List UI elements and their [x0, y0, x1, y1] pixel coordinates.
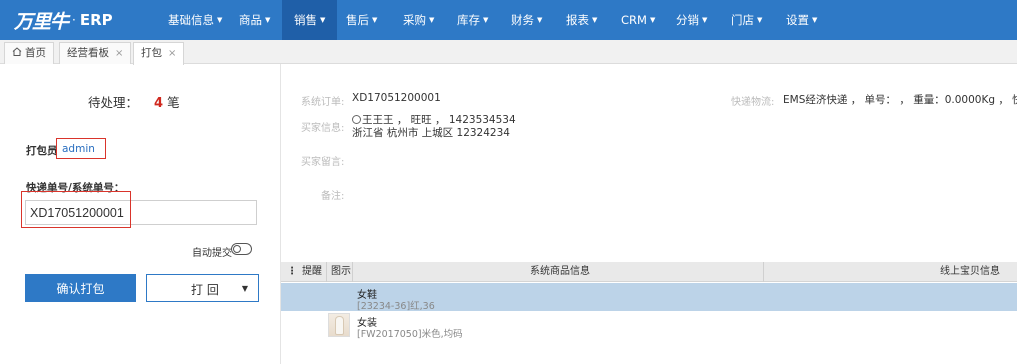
packer-field: 打包员 admin: [26, 138, 106, 159]
nav-item-crm[interactable]: CRM ▼: [621, 0, 655, 40]
pending-summary: 待处理： 4 笔: [88, 92, 180, 111]
column-header-system-product[interactable]: 系统商品信息: [530, 262, 590, 282]
buyer-info-label: 买家信息:: [301, 123, 345, 134]
chevron-down-icon: ▼: [592, 16, 598, 24]
pending-unit: 笔: [167, 95, 180, 110]
home-icon: [12, 43, 22, 63]
packer-label: 打包员: [26, 145, 58, 157]
column-header-image[interactable]: 图示: [331, 262, 351, 282]
packer-value[interactable]: admin: [62, 143, 95, 155]
tracking-number-label: 快递单号/系统单号：: [26, 182, 125, 194]
column-divider: [352, 262, 353, 282]
packing-panel: 待处理： 4笔 打包员 admin 快递单号/系统单号： 自动提交 确认打包 打 …: [0, 64, 280, 364]
chevron-down-icon: ▼: [372, 16, 378, 24]
chevron-down-icon: ▼: [757, 16, 763, 24]
nav-item-products[interactable]: 商品 ▼: [239, 0, 270, 40]
tab-business-dashboard[interactable]: 经营看板 ×: [59, 42, 132, 64]
express-label: 快递物流:: [731, 97, 775, 108]
auto-submit-label: 自动提交: [192, 248, 232, 259]
items-grid-header: ⋮ 提醒 图示 系统商品信息 线上宝贝信息: [281, 262, 1017, 282]
close-icon[interactable]: ×: [168, 48, 176, 59]
chevron-down-icon: ▼: [320, 16, 326, 24]
tab-packing[interactable]: 打包 ×: [133, 42, 185, 65]
product-spec: [23234-36]红,36: [357, 301, 435, 312]
toggle-knob: [233, 245, 241, 253]
chevron-down-icon: ▼: [265, 16, 271, 24]
nav-item-stores[interactable]: 门店 ▼: [731, 0, 762, 40]
remark-label: 备注:: [321, 191, 345, 202]
chevron-down-icon: ▼: [429, 16, 435, 24]
tracking-number-input[interactable]: [25, 200, 257, 225]
buyer-info-line2: 浙江省 杭州市 上城区 12324234: [352, 127, 510, 139]
order-detail: 系统订单: XD17051200001 买家信息: 王王王 ， 旺旺 ， 142…: [281, 64, 1017, 260]
nav-item-finance[interactable]: 财务 ▼: [511, 0, 542, 40]
close-icon[interactable]: ×: [115, 48, 123, 59]
chevron-down-icon: ▼: [217, 16, 223, 24]
express-value: EMS经济快递 ， 单号： ， 重量：0.0000Kg ， 快递成本: [783, 94, 1017, 106]
pending-count: 4: [154, 96, 164, 111]
print-return-button[interactable]: 打 回 ▼: [146, 274, 259, 302]
nav-item-distribution[interactable]: 分销 ▼: [676, 0, 707, 40]
app-logo[interactable]: 万里牛 · ERP: [14, 6, 113, 34]
nav-item-basic-info[interactable]: 基础信息 ▼: [168, 0, 222, 40]
product-thumbnail[interactable]: [328, 313, 350, 337]
nav-item-inventory[interactable]: 库存 ▼: [457, 0, 488, 40]
tab-strip: 首页 经营看板 × 打包 ×: [0, 40, 1017, 65]
nav-item-after-sales[interactable]: 售后 ▼: [346, 0, 377, 40]
confirm-pack-button[interactable]: 确认打包: [25, 274, 136, 302]
nav-item-settings[interactable]: 设置 ▼: [786, 0, 817, 40]
system-order-label: 系统订单:: [301, 97, 345, 108]
column-divider: [763, 262, 764, 282]
buyer-message-label: 买家留言:: [301, 157, 345, 168]
nav-item-sales[interactable]: 销售 ▼: [282, 0, 338, 40]
column-divider: [326, 262, 327, 282]
logo-product-name: ERP: [79, 11, 113, 29]
column-menu-icon[interactable]: ⋮: [287, 262, 297, 282]
chevron-down-icon: ▼: [483, 16, 489, 24]
chevron-down-icon: ▼: [649, 16, 656, 24]
user-icon: [352, 115, 361, 124]
logo-dot: ·: [72, 13, 76, 27]
column-header-online-product[interactable]: 线上宝贝信息: [940, 262, 1000, 282]
pending-label: 待处理：: [88, 95, 139, 110]
nav-item-reports[interactable]: 报表 ▼: [566, 0, 597, 40]
column-header-reminder[interactable]: 提醒: [302, 262, 322, 282]
logo-mark: 万里牛: [14, 10, 69, 33]
nav-item-purchasing[interactable]: 采购 ▼: [403, 0, 434, 40]
caret-down-icon[interactable]: ▼: [242, 284, 248, 293]
top-nav-bar: 万里牛 · ERP 基础信息 ▼ 商品 ▼ 销售 ▼ 售后 ▼ 采购 ▼ 库存 ▼ 财务 ▼ …: [0, 0, 1017, 40]
chevron-down-icon: ▼: [537, 16, 543, 24]
table-row[interactable]: 女装 [FW2017050]米色,均码: [281, 311, 1017, 340]
chevron-down-icon: ▼: [702, 16, 708, 24]
tab-home[interactable]: 首页: [4, 42, 54, 64]
product-figure: [336, 317, 343, 334]
auto-submit-toggle[interactable]: [231, 243, 252, 255]
system-order-value: XD17051200001: [352, 92, 441, 104]
table-row[interactable]: 女鞋 [23234-36]红,36: [281, 283, 1017, 312]
chevron-down-icon: ▼: [812, 16, 818, 24]
product-spec: [FW2017050]米色,均码: [357, 329, 463, 340]
print-return-label: 打 回: [191, 283, 219, 297]
